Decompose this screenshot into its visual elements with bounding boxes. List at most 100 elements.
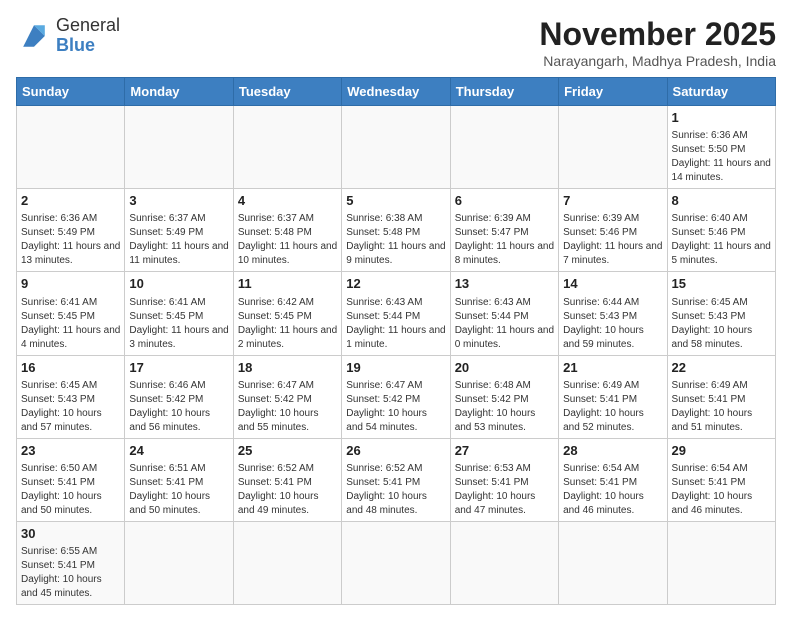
calendar-cell: 30 Sunrise: 6:55 AM Sunset: 5:41 PM Dayli… — [17, 521, 125, 604]
day-info: Sunrise: 6:44 AM Sunset: 5:43 PM Dayligh… — [563, 296, 662, 352]
day-info: Sunrise: 6:48 AM Sunset: 5:42 PM Dayligh… — [455, 379, 554, 435]
calendar-cell — [233, 521, 341, 604]
weekday-header-thursday: Thursday — [450, 78, 558, 106]
day-number: 11 — [238, 275, 337, 293]
day-number: 9 — [21, 275, 120, 293]
day-info: Sunrise: 6:47 AM Sunset: 5:42 PM Dayligh… — [346, 379, 445, 435]
calendar-cell: 1 Sunrise: 6:36 AM Sunset: 5:50 PM Daylig… — [667, 106, 775, 189]
calendar-cell: 21Sunrise: 6:49 AM Sunset: 5:41 PM Dayli… — [559, 355, 667, 438]
calendar-cell: 18 Sunrise: 6:47 AM Sunset: 5:42 PM Dayli… — [233, 355, 341, 438]
calendar-cell: 26Sunrise: 6:52 AM Sunset: 5:41 PM Dayli… — [342, 438, 450, 521]
weekday-header-sunday: Sunday — [17, 78, 125, 106]
calendar-cell — [342, 106, 450, 189]
day-number: 2 — [21, 192, 120, 210]
title-area: November 2025 Narayangarh, Madhya Prades… — [539, 16, 776, 69]
calendar-cell: 28Sunrise: 6:54 AM Sunset: 5:41 PM Dayli… — [559, 438, 667, 521]
day-info: Sunrise: 6:55 AM Sunset: 5:41 PM Dayligh… — [21, 545, 120, 601]
day-number: 21 — [563, 359, 662, 377]
day-info: Sunrise: 6:39 AM Sunset: 5:46 PM Dayligh… — [563, 212, 662, 268]
calendar-table: SundayMondayTuesdayWednesdayThursdayFrid… — [16, 77, 776, 605]
day-number: 20 — [455, 359, 554, 377]
day-number: 30 — [21, 525, 120, 543]
day-number: 5 — [346, 192, 445, 210]
day-number: 1 — [672, 109, 771, 127]
calendar-cell: 23Sunrise: 6:50 AM Sunset: 5:41 PM Dayli… — [17, 438, 125, 521]
calendar-cell: 12Sunrise: 6:43 AM Sunset: 5:44 PM Dayli… — [342, 272, 450, 355]
day-number: 8 — [672, 192, 771, 210]
day-number: 26 — [346, 442, 445, 460]
weekday-header-saturday: Saturday — [667, 78, 775, 106]
day-info: Sunrise: 6:49 AM Sunset: 5:41 PM Dayligh… — [672, 379, 771, 435]
calendar-cell — [450, 521, 558, 604]
day-number: 16 — [21, 359, 120, 377]
calendar-cell: 25Sunrise: 6:52 AM Sunset: 5:41 PM Dayli… — [233, 438, 341, 521]
day-info: Sunrise: 6:53 AM Sunset: 5:41 PM Dayligh… — [455, 462, 554, 518]
day-info: Sunrise: 6:47 AM Sunset: 5:42 PM Dayligh… — [238, 379, 337, 435]
day-info: Sunrise: 6:41 AM Sunset: 5:45 PM Dayligh… — [129, 296, 228, 352]
day-info: Sunrise: 6:54 AM Sunset: 5:41 PM Dayligh… — [563, 462, 662, 518]
calendar-week-row: 30 Sunrise: 6:55 AM Sunset: 5:41 PM Dayli… — [17, 521, 776, 604]
calendar-cell: 5Sunrise: 6:38 AM Sunset: 5:48 PM Daylig… — [342, 189, 450, 272]
weekday-header-row: SundayMondayTuesdayWednesdayThursdayFrid… — [17, 78, 776, 106]
calendar-cell: 2Sunrise: 6:36 AM Sunset: 5:49 PM Daylig… — [17, 189, 125, 272]
day-info: Sunrise: 6:36 AM Sunset: 5:50 PM Dayligh… — [672, 129, 771, 185]
calendar-header: SundayMondayTuesdayWednesdayThursdayFrid… — [17, 78, 776, 106]
logo: General Blue — [16, 16, 120, 56]
page-header: General Blue November 2025 Narayangarh, … — [16, 16, 776, 69]
day-info: Sunrise: 6:51 AM Sunset: 5:41 PM Dayligh… — [129, 462, 228, 518]
day-number: 14 — [563, 275, 662, 293]
day-number: 27 — [455, 442, 554, 460]
calendar-cell: 8 Sunrise: 6:40 AM Sunset: 5:46 PM Daylig… — [667, 189, 775, 272]
logo-line1: General — [56, 16, 120, 36]
logo-text: General Blue — [56, 16, 120, 56]
calendar-cell — [342, 521, 450, 604]
calendar-cell: 22 Sunrise: 6:49 AM Sunset: 5:41 PM Dayli… — [667, 355, 775, 438]
weekday-header-tuesday: Tuesday — [233, 78, 341, 106]
day-number: 7 — [563, 192, 662, 210]
day-info: Sunrise: 6:37 AM Sunset: 5:49 PM Dayligh… — [129, 212, 228, 268]
calendar-cell: 20 Sunrise: 6:48 AM Sunset: 5:42 PM Dayli… — [450, 355, 558, 438]
day-number: 18 — [238, 359, 337, 377]
calendar-title: November 2025 — [539, 16, 776, 53]
day-info: Sunrise: 6:40 AM Sunset: 5:46 PM Dayligh… — [672, 212, 771, 268]
calendar-week-row: 2Sunrise: 6:36 AM Sunset: 5:49 PM Daylig… — [17, 189, 776, 272]
day-info: Sunrise: 6:52 AM Sunset: 5:41 PM Dayligh… — [238, 462, 337, 518]
calendar-cell: 27 Sunrise: 6:53 AM Sunset: 5:41 PM Dayli… — [450, 438, 558, 521]
calendar-cell: 4 Sunrise: 6:37 AM Sunset: 5:48 PM Daylig… — [233, 189, 341, 272]
day-number: 4 — [238, 192, 337, 210]
logo-line2: Blue — [56, 36, 120, 56]
day-info: Sunrise: 6:45 AM Sunset: 5:43 PM Dayligh… — [21, 379, 120, 435]
calendar-cell: 7 Sunrise: 6:39 AM Sunset: 5:46 PM Daylig… — [559, 189, 667, 272]
day-number: 15 — [672, 275, 771, 293]
calendar-cell — [233, 106, 341, 189]
calendar-cell: 10 Sunrise: 6:41 AM Sunset: 5:45 PM Dayli… — [125, 272, 233, 355]
day-info: Sunrise: 6:54 AM Sunset: 5:41 PM Dayligh… — [672, 462, 771, 518]
day-number: 23 — [21, 442, 120, 460]
calendar-week-row: 9 Sunrise: 6:41 AM Sunset: 5:45 PM Daylig… — [17, 272, 776, 355]
calendar-cell — [450, 106, 558, 189]
calendar-cell — [17, 106, 125, 189]
calendar-cell: 13Sunrise: 6:43 AM Sunset: 5:44 PM Dayli… — [450, 272, 558, 355]
day-info: Sunrise: 6:46 AM Sunset: 5:42 PM Dayligh… — [129, 379, 228, 435]
day-number: 24 — [129, 442, 228, 460]
day-number: 3 — [129, 192, 228, 210]
day-info: Sunrise: 6:37 AM Sunset: 5:48 PM Dayligh… — [238, 212, 337, 268]
calendar-subtitle: Narayangarh, Madhya Pradesh, India — [539, 53, 776, 69]
calendar-week-row: 23Sunrise: 6:50 AM Sunset: 5:41 PM Dayli… — [17, 438, 776, 521]
calendar-cell: 16 Sunrise: 6:45 AM Sunset: 5:43 PM Dayli… — [17, 355, 125, 438]
calendar-cell: 29 Sunrise: 6:54 AM Sunset: 5:41 PM Dayli… — [667, 438, 775, 521]
day-number: 29 — [672, 442, 771, 460]
day-info: Sunrise: 6:45 AM Sunset: 5:43 PM Dayligh… — [672, 296, 771, 352]
day-info: Sunrise: 6:43 AM Sunset: 5:44 PM Dayligh… — [455, 296, 554, 352]
calendar-body: 1 Sunrise: 6:36 AM Sunset: 5:50 PM Daylig… — [17, 106, 776, 605]
calendar-cell: 3 Sunrise: 6:37 AM Sunset: 5:49 PM Daylig… — [125, 189, 233, 272]
weekday-header-wednesday: Wednesday — [342, 78, 450, 106]
calendar-cell: 17 Sunrise: 6:46 AM Sunset: 5:42 PM Dayli… — [125, 355, 233, 438]
day-number: 22 — [672, 359, 771, 377]
day-number: 10 — [129, 275, 228, 293]
calendar-cell: 24 Sunrise: 6:51 AM Sunset: 5:41 PM Dayli… — [125, 438, 233, 521]
day-number: 17 — [129, 359, 228, 377]
calendar-cell — [125, 521, 233, 604]
calendar-cell: 11 Sunrise: 6:42 AM Sunset: 5:45 PM Dayli… — [233, 272, 341, 355]
day-info: Sunrise: 6:42 AM Sunset: 5:45 PM Dayligh… — [238, 296, 337, 352]
